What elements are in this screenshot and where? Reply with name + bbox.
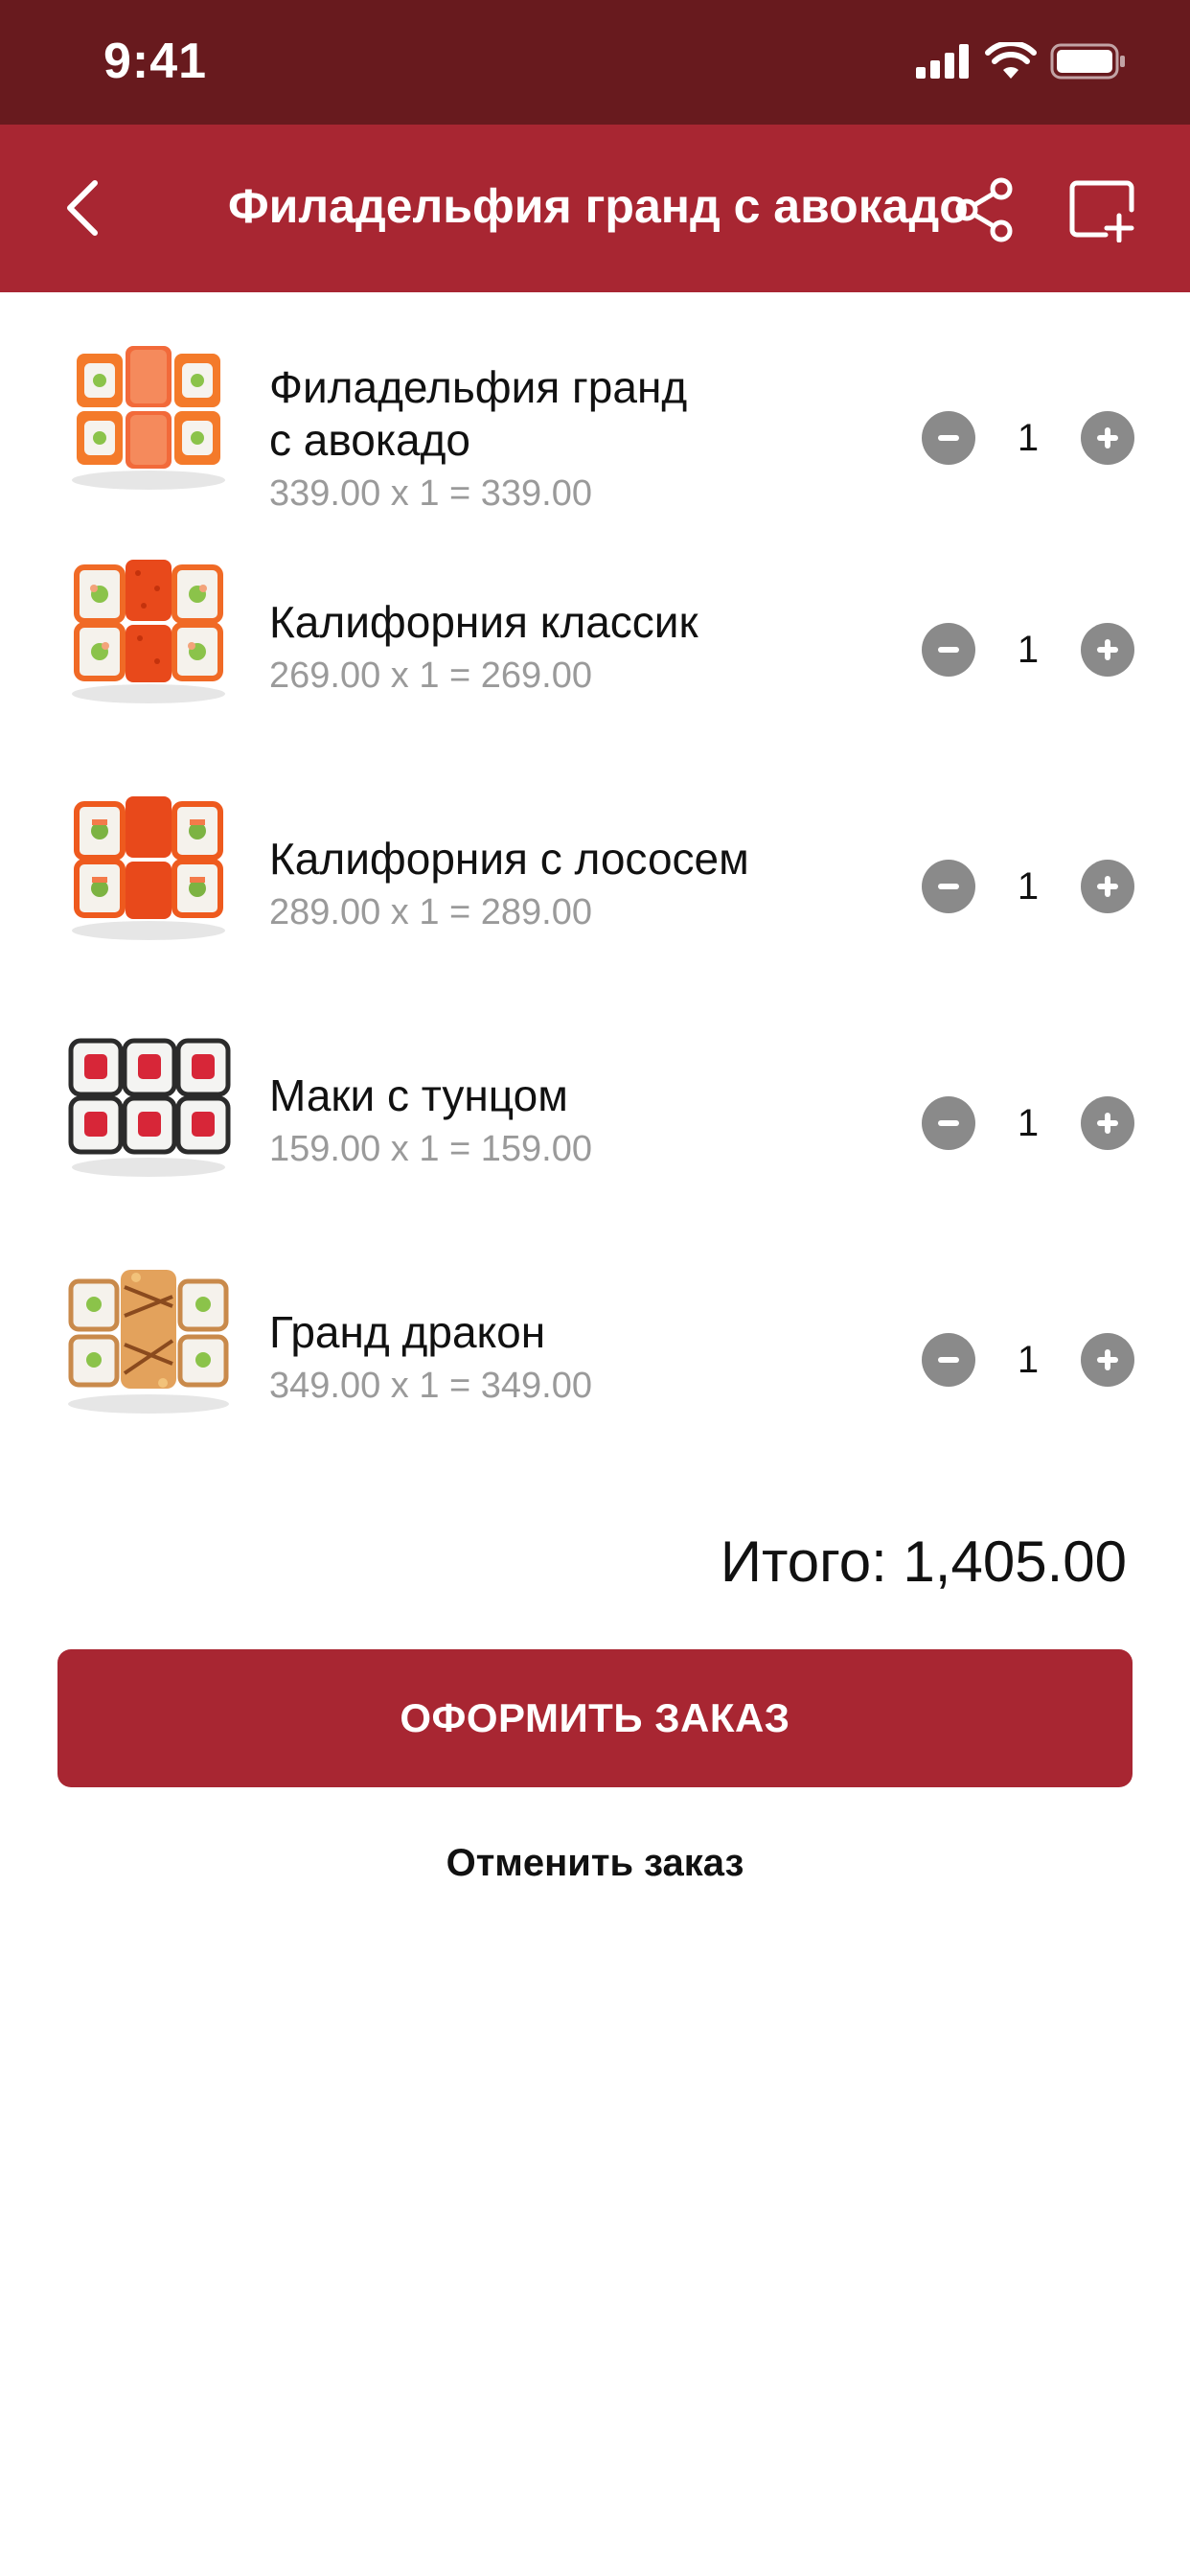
add-to-collection-icon [1069,180,1134,242]
item-price-calc: 349.00 x 1 = 349.00 [269,1366,593,1406]
product-image [72,346,225,490]
page-title: Филадельфия гранд с авокадо [228,179,969,233]
item-text: Филадельфия гранд с авокадо 339.00 x 1 =… [269,361,767,518]
cart-item: Калифорния с лососем 289.00 x 1 = 289.00… [0,766,1190,1002]
decrease-button[interactable] [922,1096,975,1150]
cart-item: Маки с тунцом 159.00 x 1 = 159.00 1 [0,1002,1190,1239]
quantity-value: 1 [1017,628,1040,671]
quantity-stepper: 1 [922,860,1134,913]
increase-button[interactable] [1081,1096,1134,1150]
item-name: Калифорния классик [269,597,698,647]
minus-circle-icon [938,1120,959,1126]
cart-item: Гранд дракон 349.00 x 1 = 349.00 1 [0,1239,1190,1476]
wifi-icon [985,42,1037,79]
minus-circle-icon [938,884,959,889]
quantity-stepper: 1 [922,1096,1134,1150]
chevron-left-icon [67,180,98,236]
decrease-button[interactable] [922,623,975,677]
place-order-button[interactable]: ОФОРМИТЬ ЗАКАЗ [57,1649,1133,1787]
battery-icon [1050,43,1125,80]
item-name: Гранд дракон [269,1307,546,1357]
app-bar: Филадельфия гранд с авокадо [0,125,1190,292]
signal-icon [916,44,969,79]
minus-circle-icon [938,1357,959,1363]
minus-circle-icon [938,647,959,653]
increase-button[interactable] [1081,623,1134,677]
decrease-button[interactable] [922,411,975,465]
item-name: Филадельфия гранд [269,362,688,412]
share-icon [955,177,1013,242]
product-image [72,796,225,940]
item-price-calc: 269.00 x 1 = 269.00 [269,656,593,696]
item-name: Маки с тунцом [269,1070,568,1120]
decrease-button[interactable] [922,860,975,913]
item-text: Калифорния с лососем 289.00 x 1 = 289.00 [269,833,767,937]
cancel-order-button[interactable]: Отменить заказ [0,1842,1190,1885]
status-bar: 9:41 [0,0,1190,125]
increase-button[interactable] [1081,860,1134,913]
increase-button[interactable] [1081,411,1134,465]
cart-list: Филадельфия гранд с авокадо 339.00 x 1 =… [0,292,1190,1476]
cart-item: Калифорния классик 269.00 x 1 = 269.00 1 [0,529,1190,766]
plus-circle-icon [1097,639,1118,660]
quantity-value: 1 [1017,1101,1040,1144]
status-time: 9:41 [103,34,208,89]
item-text: Калифорния классик 269.00 x 1 = 269.00 [269,596,767,701]
quantity-value: 1 [1017,864,1040,908]
item-text: Маки с тунцом 159.00 x 1 = 159.00 [269,1070,767,1174]
quantity-value: 1 [1017,1338,1040,1381]
quantity-stepper: 1 [922,1333,1134,1387]
item-price-calc: 339.00 x 1 = 339.00 [269,473,593,514]
decrease-button[interactable] [922,1333,975,1387]
plus-circle-icon [1097,876,1118,897]
item-name-line2: с авокадо [269,415,471,465]
quantity-stepper: 1 [922,411,1134,465]
item-name: Калифорния с лососем [269,834,749,884]
increase-button[interactable] [1081,1333,1134,1387]
quantity-value: 1 [1017,416,1040,459]
plus-circle-icon [1097,427,1118,448]
plus-circle-icon [1097,1113,1118,1134]
status-icons [916,42,1127,80]
back-button[interactable] [38,165,125,251]
item-text: Гранд дракон 349.00 x 1 = 349.00 [269,1306,767,1411]
product-image [68,1270,229,1414]
product-image [72,560,225,703]
cart-item: Филадельфия гранд с авокадо 339.00 x 1 =… [0,292,1190,529]
quantity-stepper: 1 [922,623,1134,677]
share-button[interactable] [941,167,1027,253]
product-image [68,1038,231,1177]
plus-circle-icon [1097,1349,1118,1370]
minus-circle-icon [938,435,959,441]
item-price-calc: 159.00 x 1 = 159.00 [269,1129,593,1169]
item-price-calc: 289.00 x 1 = 289.00 [269,892,593,932]
add-to-collection-button[interactable] [1054,167,1150,253]
order-total: Итого: 1,405.00 [720,1530,1127,1594]
